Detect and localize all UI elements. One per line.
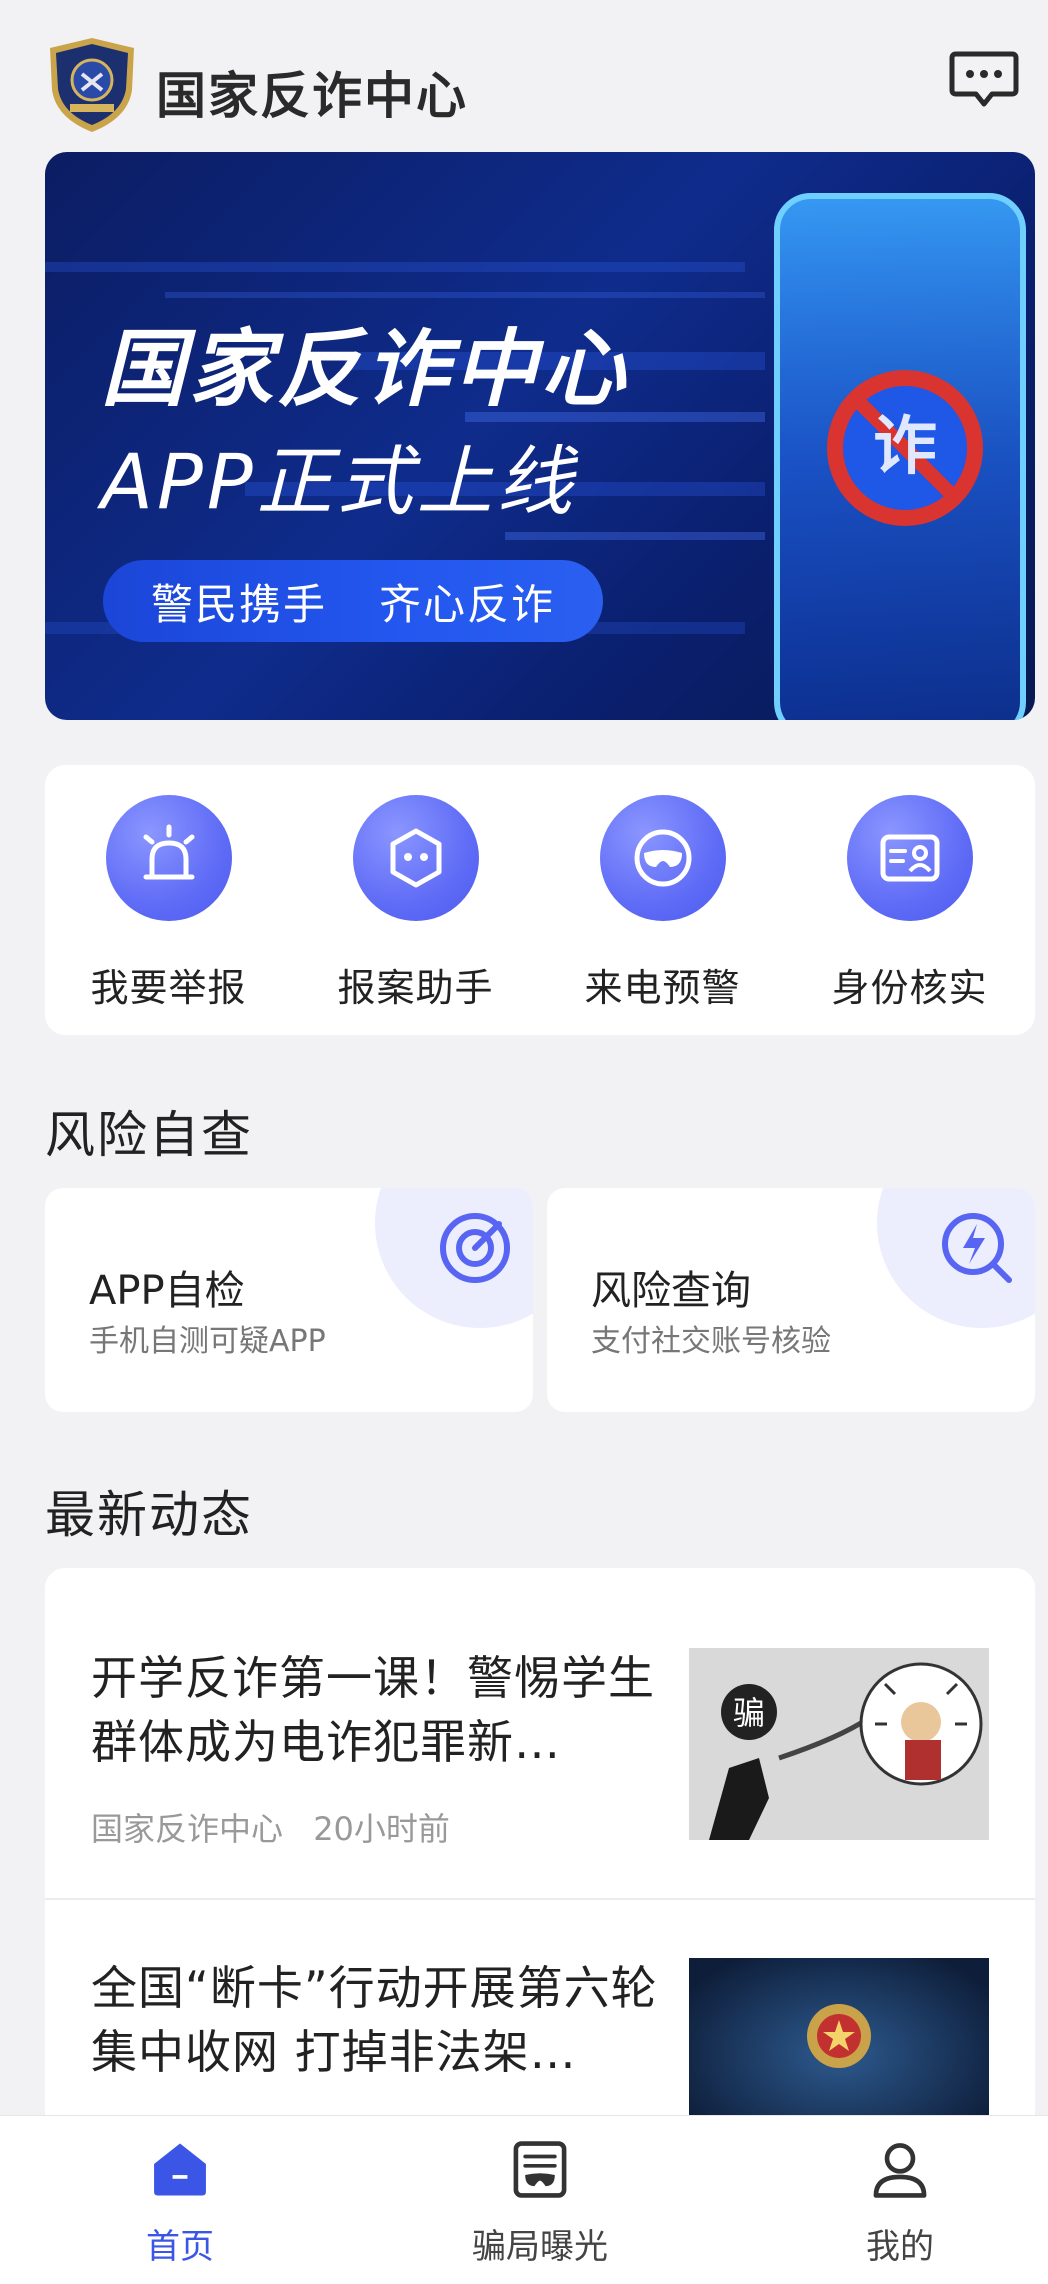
- police-badge-logo: [50, 38, 134, 132]
- risk-query-card[interactable]: 风险查询 支付社交账号核验: [547, 1188, 1035, 1412]
- news-title: 全国“断卡”行动开展第六轮集中收网 打掉非法架…: [91, 1961, 658, 2079]
- check-card-subtitle: 支付社交账号核验: [591, 1324, 831, 1359]
- quick-action-label: 报案助手: [337, 966, 494, 1010]
- news-meta: 国家反诈中心 20小时前: [91, 1804, 450, 1850]
- thumb-glyph: 骗: [733, 1694, 765, 1732]
- scan-target-icon: [440, 1213, 510, 1283]
- tab-home[interactable]: 首页: [70, 2138, 290, 2268]
- home-icon: [154, 2143, 206, 2196]
- tab-scam-exposure[interactable]: 骗局曝光: [430, 2138, 650, 2268]
- phone-illustration: 诈: [774, 193, 1026, 720]
- fraud-badge-glyph: 诈: [873, 410, 937, 484]
- check-card-subtitle: 手机自测可疑APP: [89, 1324, 326, 1359]
- id-card-icon: [846, 795, 973, 921]
- banner-slogan-pill: 警民携手 齐心反诈: [103, 560, 603, 642]
- check-card-title: 风险查询: [591, 1268, 751, 1314]
- news-time: 20小时前: [313, 1810, 450, 1848]
- mask-icon: [599, 795, 726, 921]
- news-section-title: 最新动态: [45, 1486, 253, 1544]
- quick-action-call-alert[interactable]: 来电预警: [539, 795, 786, 1015]
- app-header: 国家反诈中心: [0, 0, 1048, 150]
- risk-section-title: 风险自查: [45, 1106, 253, 1164]
- tab-label: 首页: [146, 2227, 214, 2267]
- tab-profile[interactable]: 我的: [790, 2138, 1010, 2268]
- quick-action-assistant[interactable]: 报案助手: [292, 795, 539, 1015]
- banner-slogan-left: 警民携手: [150, 579, 327, 629]
- robot-assistant-icon: [352, 795, 479, 921]
- quick-action-id-verify[interactable]: 身份核实: [786, 795, 1033, 1015]
- check-card-title: APP自检: [89, 1268, 245, 1314]
- alarm-light-icon: [105, 795, 232, 921]
- bottom-tab-bar: 首页 骗局曝光 我的: [0, 2115, 1048, 2284]
- banner-subline: APP正式上线: [101, 437, 577, 526]
- chat-bubble-icon[interactable]: [948, 44, 1020, 116]
- news-thumbnail-image: 骗: [689, 1648, 989, 1840]
- news-item[interactable]: 开学反诈第一课！警惕学生群体成为电诈犯罪新… 国家反诈中心 20小时前 骗: [45, 1568, 1035, 1900]
- tab-label: 骗局曝光: [472, 2227, 608, 2267]
- promo-banner[interactable]: 国家反诈中心 APP正式上线 警民携手 齐心反诈 诈: [45, 152, 1035, 720]
- quick-actions-card: 我要举报 报案助手 来电预警 身份核实: [45, 765, 1035, 1035]
- banner-headline: 国家反诈中心: [101, 320, 630, 418]
- news-title: 开学反诈第一课！警惕学生群体成为电诈犯罪新…: [91, 1651, 655, 1769]
- lightning-search-icon: [942, 1213, 1012, 1283]
- quick-action-report[interactable]: 我要举报: [45, 795, 292, 1015]
- quick-action-label: 身份核实: [831, 966, 988, 1010]
- exposure-icon: [513, 2141, 567, 2198]
- news-source: 国家反诈中心: [91, 1810, 284, 1848]
- quick-action-label: 我要举报: [90, 966, 247, 1010]
- quick-action-label: 来电预警: [584, 966, 741, 1010]
- banner-slogan-right: 齐心反诈: [379, 579, 556, 629]
- app-title: 国家反诈中心: [156, 67, 468, 125]
- profile-icon: [873, 2143, 927, 2198]
- tab-label: 我的: [866, 2227, 934, 2267]
- app-self-check-card[interactable]: APP自检 手机自测可疑APP: [45, 1188, 533, 1412]
